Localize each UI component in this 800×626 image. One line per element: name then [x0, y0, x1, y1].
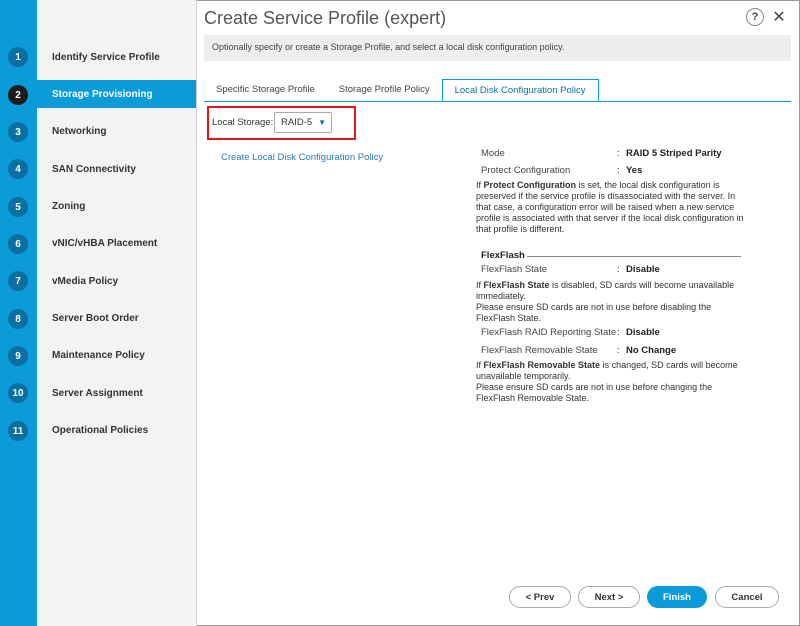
next-button[interactable]: Next >	[578, 586, 640, 608]
step-number-6: 6	[8, 234, 28, 254]
finish-button[interactable]: Finish	[647, 586, 707, 608]
page-title: Create Service Profile (expert)	[204, 8, 447, 28]
tab-underline	[204, 101, 791, 102]
step-number-strip: 1 2 3 4 5 6 7 8 9 10 11	[0, 0, 37, 626]
flexflash-removable-label: FlexFlash Removable State	[481, 345, 598, 356]
flexflash-removable-colon: :	[617, 345, 620, 356]
mode-value: RAID 5 Striped Parity	[626, 148, 722, 159]
step-number-9: 9	[8, 346, 28, 366]
cancel-button[interactable]: Cancel	[715, 586, 779, 608]
step-number-8: 8	[8, 309, 28, 329]
step-san-connectivity[interactable]: SAN Connectivity	[37, 155, 196, 183]
step-networking[interactable]: Networking	[37, 117, 196, 145]
dropdown-arrow-icon: ▼	[318, 118, 326, 127]
tab-bar: Specific Storage Profile Storage Profile…	[204, 79, 599, 101]
local-storage-select[interactable]: RAID-5 ▼	[274, 112, 332, 133]
tab-specific-storage-profile[interactable]: Specific Storage Profile	[204, 79, 327, 101]
close-icon[interactable]: ✕	[770, 8, 788, 26]
step-server-assignment[interactable]: Server Assignment	[37, 379, 196, 407]
step-number-3: 3	[8, 122, 28, 142]
flexflash-divider	[527, 256, 741, 257]
protect-config-label: Protect Configuration	[481, 165, 571, 176]
flexflash-raid-colon: :	[617, 327, 620, 338]
step-number-4: 4	[8, 159, 28, 179]
step-number-2: 2	[8, 85, 28, 105]
flexflash-heading: FlexFlash	[481, 250, 525, 261]
step-number-5: 5	[8, 197, 28, 217]
flexflash-state-colon: :	[617, 264, 620, 275]
flexflash-state-label: FlexFlash State	[481, 264, 547, 275]
protect-config-value: Yes	[626, 165, 643, 176]
step-number-1: 1	[8, 47, 28, 67]
step-number-7: 7	[8, 271, 28, 291]
mode-label: Mode	[481, 148, 505, 159]
flexflash-state-value: Disable	[626, 264, 660, 275]
protect-config-colon: :	[617, 165, 620, 176]
description-banner: Optionally specify or create a Storage P…	[204, 35, 791, 61]
help-icon[interactable]: ?	[746, 8, 764, 26]
protect-config-note: If Protect Configuration is set, the loc…	[476, 180, 744, 234]
header-icons: ? ✕	[746, 8, 788, 26]
flexflash-raid-value: Disable	[626, 327, 660, 338]
flexflash-removable-value: No Change	[626, 345, 677, 356]
step-server-boot-order[interactable]: Server Boot Order	[37, 304, 196, 332]
step-number-11: 11	[8, 421, 28, 441]
flexflash-raid-label: FlexFlash RAID Reporting State	[481, 327, 617, 338]
create-local-disk-policy-link[interactable]: Create Local Disk Configuration Policy	[221, 152, 383, 163]
step-number-10: 10	[8, 383, 28, 403]
tab-local-disk-configuration-policy[interactable]: Local Disk Configuration Policy	[441, 79, 599, 101]
flexflash-state-note: If FlexFlash State is disabled, SD cards…	[476, 280, 735, 323]
prev-button[interactable]: < Prev	[509, 586, 571, 608]
mode-colon: :	[617, 148, 620, 159]
local-storage-label: Local Storage:	[212, 117, 274, 128]
local-storage-value: RAID-5	[281, 117, 313, 128]
step-maintenance-policy[interactable]: Maintenance Policy	[37, 341, 196, 369]
step-zoning[interactable]: Zoning	[37, 192, 196, 220]
step-operational-policies[interactable]: Operational Policies	[37, 416, 196, 444]
flexflash-removable-note: If FlexFlash Removable State is changed,…	[476, 360, 738, 403]
step-vnic-vhba-placement[interactable]: vNIC/vHBA Placement	[37, 229, 196, 257]
step-identify-service-profile[interactable]: Identify Service Profile	[37, 43, 196, 71]
tab-storage-profile-policy[interactable]: Storage Profile Policy	[327, 79, 442, 101]
step-storage-provisioning[interactable]: Storage Provisioning	[37, 80, 196, 108]
step-vmedia-policy[interactable]: vMedia Policy	[37, 267, 196, 295]
